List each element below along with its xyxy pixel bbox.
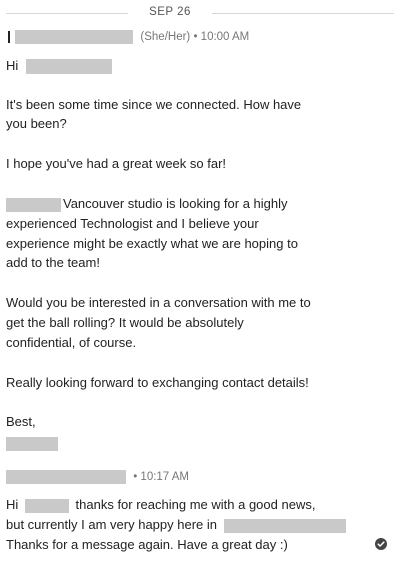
- message1-line: get the ball rolling? It would be absolu…: [6, 315, 244, 330]
- message1-line: Vancouver studio is looking for a highly: [6, 194, 288, 213]
- recipient-name-redacted: [25, 59, 112, 75]
- sender-meta: • 10:17 AM: [133, 471, 190, 483]
- message1-line: experience might be exactly what we are …: [6, 236, 298, 251]
- message1-text: Vancouver studio is looking for a highly: [63, 196, 288, 211]
- message1-line: It's been some time since we connected. …: [6, 97, 302, 112]
- greeting-text: Hi: [6, 58, 19, 73]
- sender-name-start: [8, 30, 10, 43]
- message1-line: add to the team!: [6, 255, 100, 270]
- divider-line-right: [212, 13, 394, 14]
- message2-line: but currently I am very happy here in: [6, 515, 346, 534]
- message2-text: Hi: [6, 497, 19, 512]
- message1-line: experienced Technologist and I believe y…: [6, 216, 259, 231]
- message1-sender-row: (She/Her) • 10:00 AM: [8, 29, 249, 45]
- divider-line-left: [6, 13, 128, 14]
- sender-name-redacted[interactable]: [15, 29, 134, 44]
- signoff-text: Best,: [6, 414, 36, 429]
- message2-sender-row: • 10:17 AM: [6, 469, 189, 485]
- message1-line: you been?: [6, 116, 67, 131]
- message1-line: Would you be interested in a conversatio…: [6, 295, 311, 310]
- message2-text: thanks for reaching me with a good news,: [75, 497, 316, 512]
- signature-redacted: [6, 436, 58, 451]
- message2-line: Hi thanks for reaching me with a good ne…: [6, 495, 315, 514]
- recipient-name-redacted: [24, 498, 69, 513]
- company-name-redacted: [223, 518, 346, 533]
- check-circle-icon: [375, 538, 387, 550]
- date-divider: SEP 26: [0, 6, 400, 20]
- date-label: SEP 26: [149, 6, 191, 18]
- signature-line: [6, 433, 58, 452]
- message1-line: I hope you've had a great week so far!: [6, 156, 227, 171]
- company-name-redacted: [6, 197, 61, 212]
- message1-line: confidential, of course.: [6, 335, 137, 350]
- message2-text: but currently I am very happy here in: [6, 517, 217, 532]
- message2-line: Thanks for a message again. Have a great…: [6, 537, 288, 552]
- message1-line: Really looking forward to exchanging con…: [6, 375, 309, 390]
- sender-name-redacted[interactable]: [6, 469, 126, 484]
- message1-greeting-line: Hi: [6, 56, 112, 75]
- sender-meta: (She/Her) • 10:00 AM: [140, 31, 250, 43]
